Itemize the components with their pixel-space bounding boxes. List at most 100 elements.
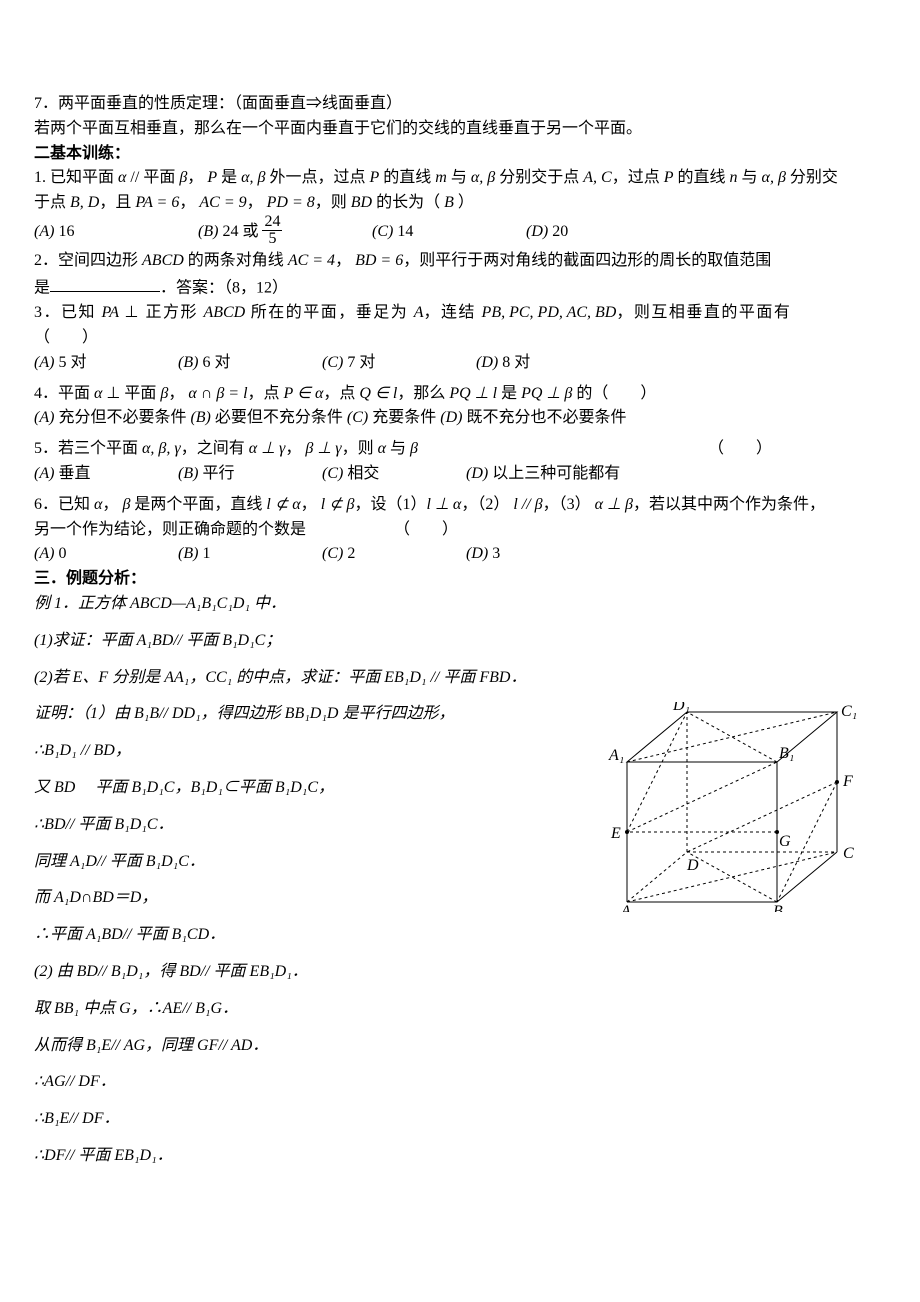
q2-d: ，则平行于两对角线的截面四边形的周长的取值范围 (403, 252, 771, 269)
q3-opt-a: (A) 5 对 (34, 351, 174, 376)
q3-vc: 7 对 (347, 354, 375, 371)
q6-lc: (C) (322, 545, 343, 562)
q2-line2: 是．答案：（8，12） (34, 274, 892, 301)
lbl-D: D (686, 857, 699, 874)
q6-a: 6．已知 (34, 496, 94, 513)
q4-lb: (B) (190, 409, 210, 426)
q5-abg: α, β, γ (142, 440, 181, 457)
q5-e: 与 (386, 440, 410, 457)
q4-cap: α ∩ β = l (188, 385, 247, 402)
q6-f: ，（2） (461, 496, 513, 513)
q1-lc: (C) (372, 223, 393, 240)
ex1-p2: (2)若 E、F 分别是 AA₁，CC₁ 的中点，求证：平面 EB₁D₁ // … (34, 666, 892, 691)
lbl-B1: B₁ (779, 745, 794, 762)
q4-a: 4．平面 (34, 385, 94, 402)
sym-AC: A, C (583, 169, 611, 186)
sym-ab: α, β (241, 169, 265, 186)
q5-b: ，之间有 (181, 440, 249, 457)
q6-b: ， (102, 496, 122, 513)
q2-f: ．答案：（8，12） (160, 279, 288, 296)
q3-va: 5 对 (58, 354, 86, 371)
q4-qin: Q ∈ l (359, 385, 397, 402)
q1-t7: 与 (447, 169, 471, 186)
q1-t8: 分别交于点 (495, 169, 583, 186)
q5-opt-d: (D) 以上三种可能都有 (466, 462, 620, 487)
q1-l2a: 于点 (34, 194, 70, 211)
q6-la: (A) (34, 545, 54, 562)
q5-line1: 5．若三个平面 α, β, γ，之间有 α ⊥ γ， β ⊥ γ，则 α 与 β… (34, 437, 892, 462)
blank-fill (50, 274, 160, 293)
lbl-B: B (773, 903, 783, 912)
q3-a: 3．已知 (34, 304, 102, 321)
example-wrap: A B C D A₁ B₁ C₁ D₁ E F G 证明：（1）由 B₁B// … (34, 702, 892, 1168)
cube-svg: A B C D A₁ B₁ C₁ D₁ E F G (607, 702, 867, 912)
q1-t4: 是 (217, 169, 241, 186)
q5-vd: 以上三种可能都有 (492, 465, 620, 482)
q4-h: 的（ ） (572, 385, 656, 402)
q1-t3: ， (187, 169, 207, 186)
q3-lc: (C) (322, 354, 343, 371)
frac-den: 5 (262, 230, 282, 247)
s7-body: 若两个平面互相垂直，那么在一个平面内垂直于它们的交线的直线垂直于另一个平面。 (34, 117, 892, 142)
q4-va: 充分但不必要条件 (58, 409, 186, 426)
q3-ld: (D) (476, 354, 498, 371)
sym-P-2: P (370, 169, 380, 186)
q1-options: (A) 16 (B) 24 或 245 (C) 14 (D) 20 (34, 216, 892, 249)
sym-ab2: α, β (471, 169, 495, 186)
q1-t11: 与 (738, 169, 762, 186)
q5-vb: 平行 (202, 465, 234, 482)
q2-abcd: ABCD (142, 252, 184, 269)
q3-opt-c: (C) 7 对 (322, 351, 472, 376)
q6-c3: α ⊥ β (595, 496, 633, 513)
q4-f: ，那么 (397, 385, 449, 402)
ex1-head: 例 1．正方体 ABCD—A₁B₁C₁D₁ 中． (34, 592, 892, 617)
q3-lb: (B) (178, 354, 198, 371)
q6-d: ， (301, 496, 321, 513)
q5-ag: α ⊥ γ (249, 440, 286, 457)
sym-BD2: BD (351, 194, 372, 211)
eq-pa6: PA = 6 (135, 194, 179, 211)
lbl-C1: C₁ (841, 703, 857, 720)
q1-vb: 24 或 (218, 223, 262, 240)
sym-n: n (730, 169, 738, 186)
q1-opt-b: (B) 24 或 245 (198, 216, 368, 249)
q5-paren: （ ） (708, 437, 772, 462)
q3-la: (A) (34, 354, 54, 371)
q6-ld: (D) (466, 545, 488, 562)
q6-h: ，若以其中两个作为条件， (633, 496, 825, 513)
q1-opt-a: (A) 16 (34, 220, 194, 245)
section-3-title: 三．例题分析： (34, 567, 892, 592)
sym-P: P (207, 169, 217, 186)
section-2-title: 二基本训练： (34, 142, 892, 167)
q4-pql: PQ ⊥ l (449, 385, 497, 402)
q1-t1: 1. 已知平面 (34, 169, 118, 186)
q6-paren: （ ） (394, 521, 458, 538)
eq-ac9: AC = 9 (199, 194, 246, 211)
q3-c: 所在的平面，垂足为 (245, 304, 414, 321)
ex1-pf11: ∴AG// DF． (34, 1070, 892, 1095)
q3-opt-b: (B) 6 对 (178, 351, 318, 376)
q5-ld: (D) (466, 465, 488, 482)
q3-vb: 6 对 (202, 354, 230, 371)
sym-P-3: P (664, 169, 674, 186)
q1-l2f: 的长为（ (372, 194, 444, 211)
q5-opt-a: (A) 垂直 (34, 462, 174, 487)
q1-l2d: ， (247, 194, 267, 211)
q1-l2e: ，则 (315, 194, 351, 211)
frac-24-5: 245 (262, 214, 282, 247)
q5-la: (A) (34, 465, 54, 482)
q6-g: ，（3） (543, 496, 595, 513)
q6-lnb: l ⊄ β (321, 496, 355, 513)
q6-opt-a: (A) 0 (34, 542, 174, 567)
eq-pd8: PD = 8 (267, 194, 315, 211)
q1-t12: 分别交 (786, 169, 838, 186)
q3-abcd: ABCD (203, 304, 245, 321)
q5-al: α (378, 440, 386, 457)
lbl-G: G (779, 833, 791, 850)
q4-vc: 充要条件 (372, 409, 436, 426)
q5-opt-c: (C) 相交 (322, 462, 462, 487)
q4-b: ⊥ 平面 (102, 385, 160, 402)
q1-answer: B (444, 194, 454, 211)
ex1-pf12: ∴B₁E// DF． (34, 1107, 892, 1132)
q6-opt-d: (D) 3 (466, 542, 500, 567)
